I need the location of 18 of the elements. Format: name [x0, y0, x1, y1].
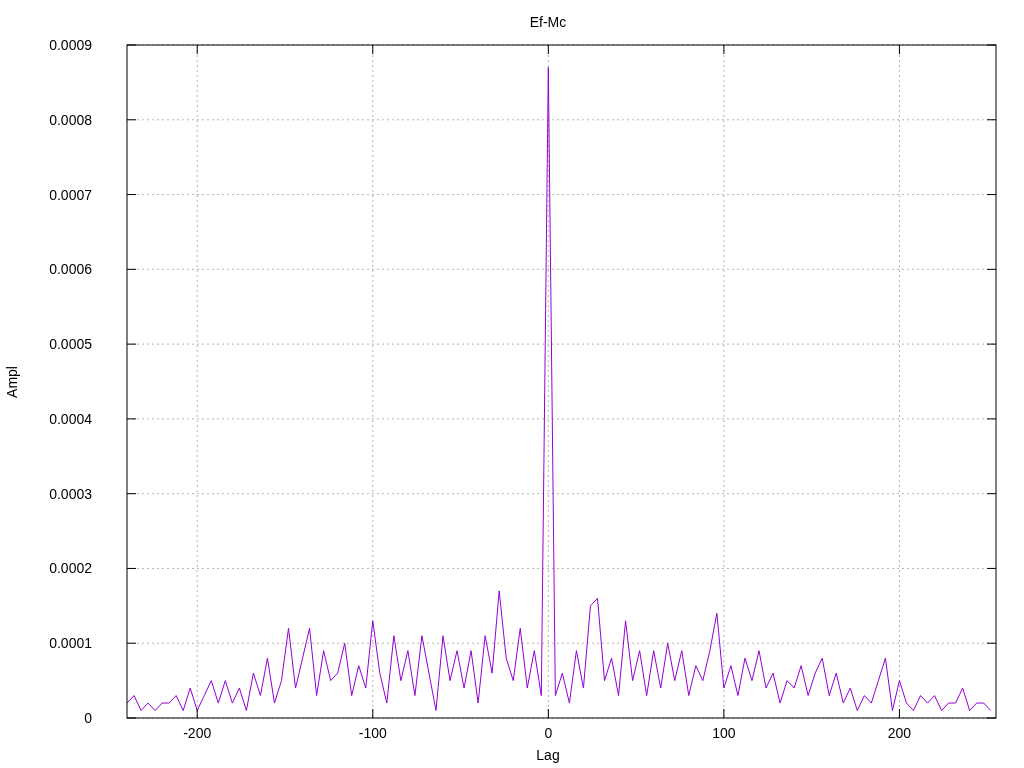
- y-tick-label: 0.0004: [49, 410, 92, 427]
- x-tick-label: -100: [358, 725, 387, 741]
- y-tick-label: 0.0008: [49, 111, 92, 128]
- y-tick-label: 0.0005: [49, 336, 92, 353]
- y-tick-label: 0: [84, 710, 92, 726]
- y-axis-label: Ampl: [4, 366, 20, 398]
- y-tick-label: 0.0006: [49, 261, 92, 278]
- y-tick-label: 0.0009: [49, 37, 92, 53]
- x-axis-label: Lag: [536, 747, 560, 763]
- y-tick-label: 0.0003: [49, 485, 92, 502]
- y-tick-label: 0.0007: [49, 186, 92, 203]
- x-tick-label: 100: [712, 725, 736, 741]
- x-tick-label: 200: [887, 725, 912, 741]
- y-tick-label: 0.0002: [49, 560, 92, 577]
- x-tick-label: -200: [183, 725, 212, 741]
- chart-title: Ef-Mc: [529, 14, 567, 30]
- y-tick-label: 0.0001: [49, 635, 92, 652]
- x-tick-label: 0: [544, 725, 553, 741]
